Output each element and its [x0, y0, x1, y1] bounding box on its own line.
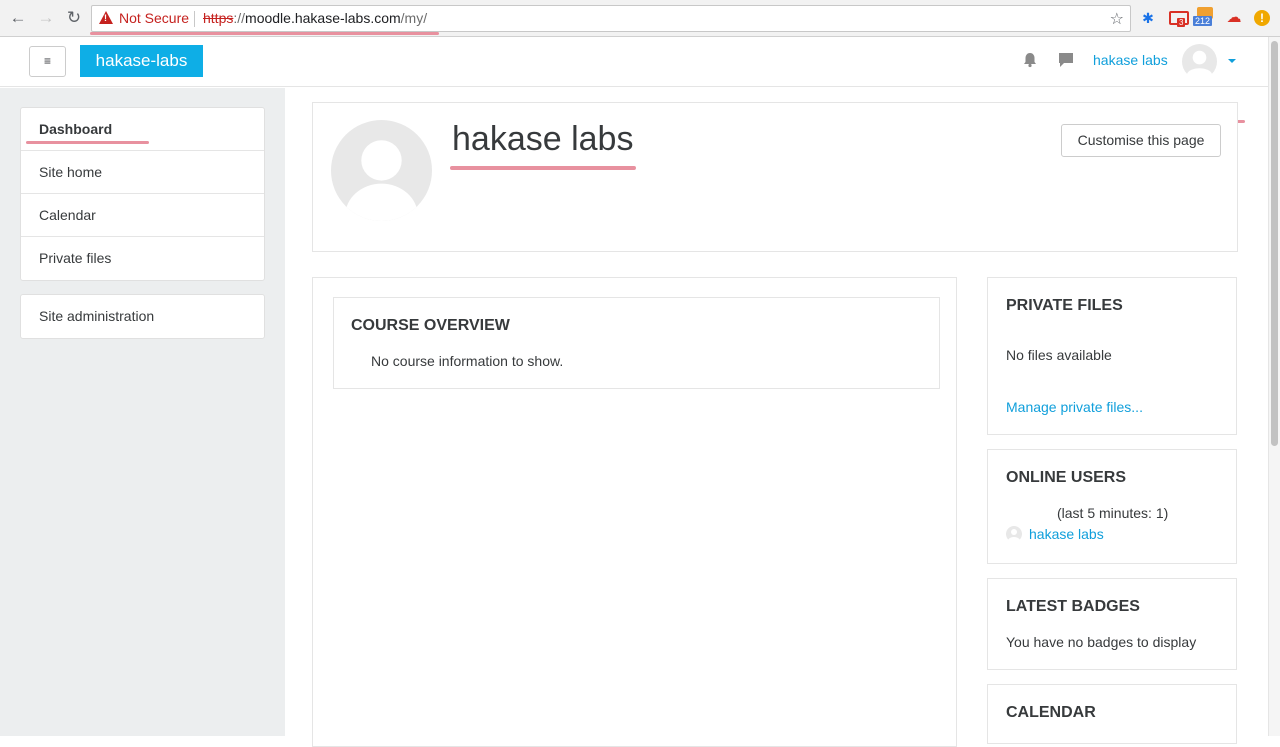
online-user-link[interactable]: hakase labs: [1029, 526, 1104, 542]
block-title: CALENDAR: [1006, 704, 1096, 721]
nav-item-private-files[interactable]: Private files: [21, 237, 264, 280]
cloud-extension-icon[interactable]: ☁: [1224, 9, 1244, 27]
main-region: COURSE OVERVIEW No course information to…: [312, 277, 957, 747]
gmail-badge: 3: [1177, 18, 1186, 27]
warning-icon: [99, 11, 113, 24]
calendar-block: CALENDAR: [987, 684, 1237, 744]
online-users-block: ONLINE USERS (last 5 minutes: 1) hakase …: [987, 449, 1237, 564]
page-header: hakase labs Customise this page: [312, 102, 1238, 252]
nav-item-dashboard[interactable]: Dashboard: [21, 108, 264, 151]
reload-icon[interactable]: ↻: [64, 8, 84, 28]
nav-block-admin: Site administration: [20, 294, 265, 339]
url-scheme: https: [203, 10, 234, 26]
user-menu-caret-icon[interactable]: [1228, 59, 1236, 63]
browser-toolbar: ← → ↻ Not Secure https://moodle.hakase-l…: [0, 0, 1280, 37]
annotation-underline-dashboard: [26, 141, 149, 144]
nav-item-label: Calendar: [39, 207, 96, 223]
course-overview-message: No course information to show.: [371, 353, 564, 369]
nav-block-main: Dashboard Site home Calendar Private fil…: [20, 107, 265, 281]
block-title: COURSE OVERVIEW: [351, 317, 510, 334]
private-files-block: PRIVATE FILES No files available Manage …: [987, 277, 1237, 435]
private-files-message: No files available: [1006, 347, 1112, 363]
nav-item-label: Dashboard: [39, 121, 113, 137]
bookmark-star-icon[interactable]: ☆: [1110, 9, 1124, 29]
user-menu-name[interactable]: hakase labs: [1093, 52, 1168, 68]
url-text[interactable]: https://moodle.hakase-labs.com/my/: [203, 10, 427, 26]
annotation-underline-url: [90, 32, 439, 35]
nav-item-calendar[interactable]: Calendar: [21, 194, 264, 237]
block-title: LATEST BADGES: [1006, 598, 1140, 615]
nav-item-label: Private files: [39, 250, 112, 266]
messages-icon[interactable]: [1058, 52, 1074, 68]
latest-badges-block: LATEST BADGES You have no badges to disp…: [987, 578, 1237, 670]
site-navbar: ≡ hakase-labs hakase labs: [0, 37, 1268, 123]
alert-extension-icon[interactable]: !: [1254, 10, 1270, 26]
url-host: moodle.hakase-labs.com: [245, 10, 401, 26]
bluetooth-extension-icon[interactable]: ✱: [1141, 9, 1155, 27]
rss-badge: 212: [1193, 16, 1213, 26]
block-title: ONLINE USERS: [1006, 469, 1127, 486]
nav-item-site-home[interactable]: Site home: [21, 151, 264, 194]
customise-page-button[interactable]: Customise this page: [1061, 124, 1221, 157]
rss-extension-icon[interactable]: 212: [1193, 7, 1217, 27]
nav-drawer: Dashboard Site home Calendar Private fil…: [0, 88, 285, 736]
manage-private-files-link[interactable]: Manage private files...: [1006, 399, 1143, 415]
profile-picture-icon: [331, 120, 432, 221]
annotation-underline-title: [450, 166, 636, 170]
online-user-avatar-icon: [1006, 526, 1022, 542]
site-brand[interactable]: hakase-labs: [80, 45, 203, 77]
online-users-summary: (last 5 minutes: 1): [1057, 505, 1169, 521]
course-overview-block: COURSE OVERVIEW No course information to…: [333, 297, 940, 389]
gmail-extension-icon[interactable]: 3: [1169, 11, 1189, 27]
user-avatar-icon[interactable]: [1182, 44, 1217, 79]
nav-item-label: Site administration: [39, 308, 155, 324]
forward-icon[interactable]: →: [36, 8, 56, 28]
url-separator: ://: [233, 10, 246, 26]
page-scrollbar[interactable]: [1268, 37, 1280, 736]
security-status[interactable]: Not Secure: [119, 10, 189, 26]
nav-item-label: Site home: [39, 164, 103, 180]
back-icon[interactable]: ←: [8, 8, 28, 28]
scrollbar-thumb[interactable]: [1271, 41, 1278, 446]
drawer-toggle-button[interactable]: ≡: [29, 46, 66, 77]
omnibox-divider: [194, 11, 195, 27]
latest-badges-message: You have no badges to display: [1006, 634, 1197, 650]
nav-item-site-administration[interactable]: Site administration: [21, 295, 264, 338]
url-path: /my/: [400, 10, 428, 26]
page-title: hakase labs: [452, 120, 634, 158]
address-bar[interactable]: Not Secure https://moodle.hakase-labs.co…: [91, 5, 1131, 32]
notification-bell-icon[interactable]: [1022, 52, 1038, 68]
block-title: PRIVATE FILES: [1006, 297, 1123, 314]
